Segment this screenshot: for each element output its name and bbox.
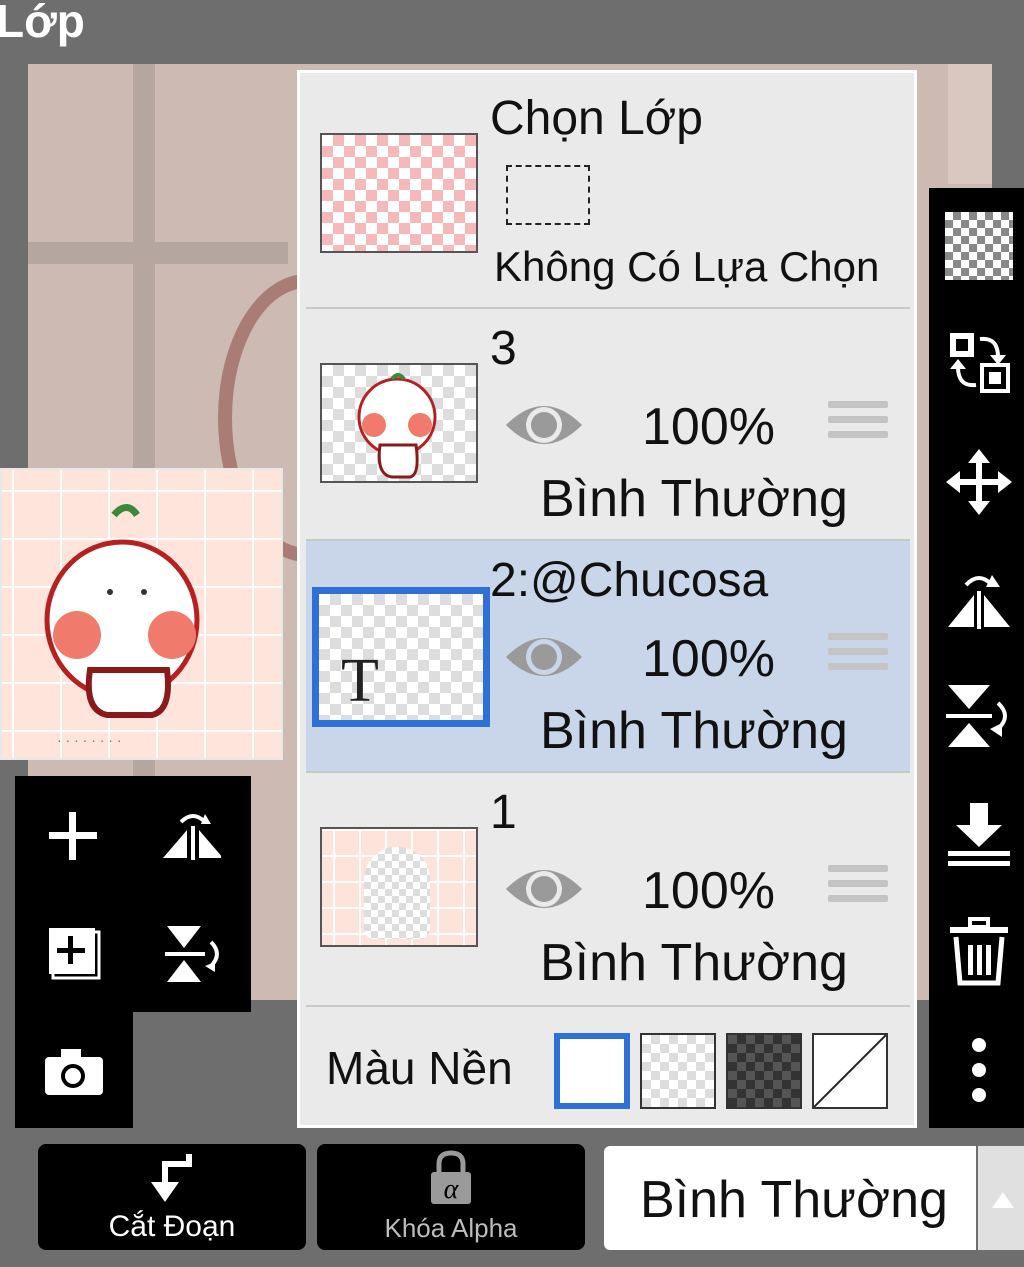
layer-row[interactable]: 3 100% Bình Thường [306, 309, 910, 541]
flip-horizontal-icon[interactable] [161, 806, 221, 866]
layer-thumbnail [320, 363, 478, 483]
screen-title: Lớp [0, 0, 85, 47]
selection-row[interactable]: Chọn Lớp Không Có Lựa Chọn [306, 77, 910, 309]
layer-row[interactable]: 1 100% Bình Thường [306, 773, 910, 1007]
clipping-button[interactable]: Cắt Đoạn [38, 1144, 306, 1250]
left-tool-panel [15, 776, 251, 1012]
bg-swatch-none[interactable] [812, 1033, 888, 1109]
layer-name: 3 [490, 322, 517, 375]
text-layer-glyph: T [341, 647, 379, 715]
canvas-preview[interactable]: · · · · · · · · [0, 468, 283, 760]
layer-thumbnail: T [312, 587, 490, 727]
clipping-arrow-icon [151, 1154, 192, 1202]
drag-handle-icon[interactable] [828, 865, 888, 915]
merge-down-icon[interactable] [943, 798, 1015, 870]
svg-text:· · · · · · · ·: · · · · · · · · [57, 732, 122, 748]
selection-thumbnail [320, 133, 478, 253]
layer-opacity: 100% [642, 862, 775, 920]
selection-status: Không Có Lựa Chọn [494, 243, 880, 290]
layer-panel: Chọn Lớp Không Có Lựa Chọn 3 100% Bình T… [297, 70, 917, 1128]
selection-marquee-icon [506, 165, 590, 225]
clipping-label: Cắt Đoạn [108, 1210, 236, 1243]
bg-swatch-checker-dark[interactable] [726, 1033, 802, 1109]
background-color-row: Màu Nền [306, 1013, 910, 1123]
alpha-glyph: α [443, 1174, 459, 1205]
move-icon[interactable] [943, 446, 1015, 518]
blend-mode-value: Bình Thường [640, 1171, 948, 1229]
drag-handle-icon[interactable] [828, 633, 888, 683]
blend-mode-dropdown-button[interactable] [978, 1146, 1024, 1250]
eye-icon[interactable] [504, 397, 584, 453]
right-toolbar [929, 188, 1024, 1128]
alpha-lock-label: Khóa Alpha [384, 1213, 518, 1243]
flip-vertical-icon[interactable] [161, 924, 221, 984]
bg-swatch-checker-light[interactable] [640, 1033, 716, 1109]
layer-opacity: 100% [642, 398, 775, 456]
eye-icon[interactable] [504, 861, 584, 917]
left-tool-panel-lower [15, 1012, 133, 1128]
camera-icon[interactable] [43, 1042, 103, 1102]
layer-name: 2:@Chucosa [490, 554, 769, 607]
flip-vertical-icon[interactable] [943, 680, 1015, 752]
character-illustration: · · · · · · · · [44, 504, 200, 748]
add-layer-icon[interactable] [43, 806, 103, 866]
more-icon[interactable] [943, 1034, 1015, 1106]
transparency-icon[interactable] [943, 210, 1015, 282]
flip-horizontal-icon[interactable] [943, 562, 1015, 634]
trash-icon[interactable] [943, 916, 1015, 988]
drag-handle-icon[interactable] [828, 401, 888, 451]
layer-blend-mode[interactable]: Bình Thường [540, 469, 848, 529]
layer-name: 1 [490, 786, 517, 839]
background-color-label: Màu Nền [326, 1042, 513, 1094]
blend-mode-select[interactable]: Bình Thường [604, 1146, 976, 1250]
duplicate-layer-icon[interactable] [43, 924, 103, 984]
bg-swatch-white[interactable] [554, 1033, 630, 1109]
layer-thumbnail [320, 827, 478, 947]
chevron-up-icon [992, 1192, 1014, 1208]
layer-opacity: 100% [642, 630, 775, 688]
layer-row-selected[interactable]: T 2:@Chucosa 100% Bình Thường [306, 541, 910, 773]
alpha-lock-button[interactable]: α Khóa Alpha [317, 1144, 585, 1250]
selection-label: Chọn Lớp [490, 92, 703, 145]
eye-icon[interactable] [504, 629, 584, 685]
swap-layer-icon[interactable] [943, 326, 1015, 398]
layer-blend-mode[interactable]: Bình Thường [540, 933, 848, 993]
layer-blend-mode[interactable]: Bình Thường [540, 701, 848, 761]
